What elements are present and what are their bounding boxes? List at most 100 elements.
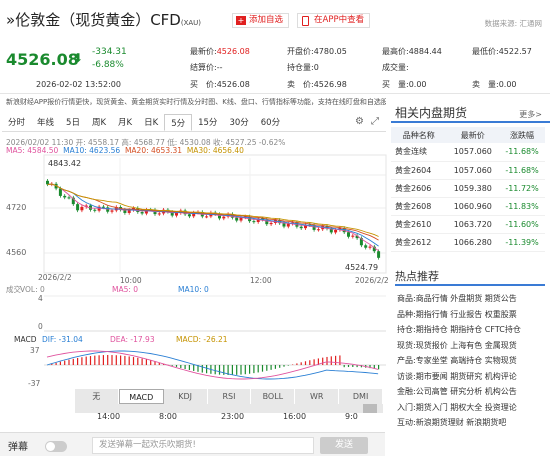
- instrument-code: (XAU): [180, 19, 202, 27]
- hot-row[interactable]: 持仓:期指持仓 期指持仓 CFTC持仓: [397, 324, 521, 335]
- danmu-send-button[interactable]: 发送: [320, 437, 368, 454]
- table-cell[interactable]: 黄金2608: [391, 197, 447, 216]
- tab-5[interactable]: 日K: [138, 114, 164, 131]
- hot-links[interactable]: 公司高管 研究分析 机构公告: [416, 387, 517, 396]
- table-cell: 1060.960: [446, 197, 500, 216]
- candle-body: [316, 229, 320, 231]
- hot-key: 金融:: [397, 387, 416, 396]
- add-watchlist-label: 添加自选: [249, 15, 284, 25]
- candle-body: [63, 195, 67, 198]
- table-cell[interactable]: 黄金连续: [391, 143, 447, 162]
- hot-links[interactable]: 商品行情 外盘期货 期货公告: [416, 294, 517, 303]
- stat-value: 4884.44: [408, 47, 442, 56]
- candle-body: [80, 206, 84, 211]
- hot-links[interactable]: 期指行情 行业报告 权重股票: [416, 310, 517, 319]
- hot-row[interactable]: 入门:期货入门 期权大全 投资理论: [397, 402, 517, 413]
- vol-ma5: MA5: 0: [112, 285, 138, 294]
- table-row[interactable]: 黄金2608 1060.960 -11.83%: [391, 197, 545, 216]
- timeline-label: 23:00: [221, 412, 245, 421]
- hot-row[interactable]: 品种:期指行情 行业报告 权重股票: [397, 309, 517, 320]
- table-row[interactable]: 黄金2606 1059.380 -11.72%: [391, 179, 545, 198]
- indicator-tab-1[interactable]: MACD: [118, 389, 164, 404]
- hot-row[interactable]: 金融:公司高管 研究分析 机构公告: [397, 386, 517, 397]
- view-in-app-label: 在APP中查看: [314, 15, 365, 25]
- candle-body: [269, 222, 273, 225]
- hot-key: 品种:: [397, 309, 416, 319]
- table-cell: -11.83%: [499, 197, 545, 216]
- table-row[interactable]: 黄金连续 1057.060 -11.68%: [391, 143, 545, 162]
- danmu-toggle[interactable]: [45, 441, 67, 452]
- indicator-tab-0[interactable]: 无: [75, 389, 119, 404]
- hot-links[interactable]: 新浪期货理财 新浪期货吧: [416, 418, 507, 427]
- vol-ma10: MA10: 0: [178, 285, 209, 294]
- indicator-tab-3[interactable]: RSI: [207, 389, 252, 404]
- stat-3: 最低价:4522.57: [472, 46, 532, 57]
- indicator-tab-6[interactable]: DMI: [339, 389, 384, 404]
- tab-0[interactable]: 分时: [2, 114, 31, 131]
- kline-chart[interactable]: 4843.42 4524.79 4720 4560 2026/2/2 10:00…: [0, 153, 388, 393]
- table-cell: -11.68%: [499, 143, 545, 162]
- macd-y-top: 37: [30, 346, 40, 355]
- table-row[interactable]: 黄金2604 1057.060 -11.68%: [391, 161, 545, 180]
- timeline-label: 16:00: [283, 412, 307, 421]
- stat-value: 0.00: [408, 80, 427, 89]
- stat-key: 买 量:: [382, 80, 409, 89]
- indicator-tab-2[interactable]: KDJ: [163, 389, 208, 404]
- candle-body: [299, 226, 303, 229]
- tab-4[interactable]: 月K: [112, 114, 138, 131]
- table-cell[interactable]: 黄金2606: [391, 179, 447, 198]
- hot-row[interactable]: 商品:商品行情 外盘期货 期货公告: [397, 293, 517, 304]
- table-cell: -11.39%: [499, 233, 545, 252]
- stat-key: 卖 量:: [472, 80, 499, 89]
- hot-key: 产品:: [397, 356, 416, 365]
- table-cell[interactable]: 黄金2604: [391, 161, 447, 180]
- table-cell[interactable]: 黄金2610: [391, 215, 447, 234]
- more-link[interactable]: 更多>: [519, 109, 542, 120]
- candle-body: [187, 214, 191, 217]
- vol-value: VOL: 0: [20, 285, 45, 294]
- stat-0: 最新价:4526.08: [190, 46, 250, 57]
- tab-7[interactable]: 15分: [192, 114, 223, 131]
- tab-3[interactable]: 周K: [86, 114, 112, 131]
- hot-links[interactable]: 专家坐堂 高端持仓 实物现货: [416, 356, 517, 365]
- ma-line: [47, 183, 379, 252]
- tab-6[interactable]: 5分: [164, 114, 193, 131]
- related-futures-panel: 相关内盘期货 品种名称 最新价 涨跌幅 黄金连续 1057.060 -11.68% 黄金2…: [391, 103, 550, 252]
- column-header: 最新价: [446, 127, 500, 143]
- stat-2: 最高价:4884.44: [382, 46, 442, 57]
- tab-2[interactable]: 5日: [60, 114, 86, 131]
- hot-links[interactable]: 期市要闻 期货研究 机构评论: [416, 372, 517, 381]
- table-row[interactable]: 黄金2612 1066.280 -11.39%: [391, 233, 545, 252]
- stat-key: 开盘价:: [287, 47, 314, 56]
- table-row[interactable]: 黄金2610 1063.720 -11.60%: [391, 215, 545, 234]
- indicator-tab-5[interactable]: WR: [295, 389, 340, 404]
- candle-body: [157, 213, 161, 215]
- x-tick-1000: 10:00: [120, 276, 142, 285]
- hot-links[interactable]: 期指持仓 期指持仓 CFTC持仓: [416, 325, 521, 334]
- indicator-tabs: 无 MACD KDJ RSI BOLL WR DMI: [75, 389, 384, 404]
- hot-row[interactable]: 现货:现货报价 上海有色 金属现货: [397, 340, 517, 351]
- min-price-label: 4524.79: [345, 263, 378, 272]
- hot-row[interactable]: 访谈:期市要闻 期货研究 机构评论: [397, 371, 517, 382]
- candle-body: [175, 213, 178, 216]
- divider: [0, 93, 550, 94]
- indicator-tab-4[interactable]: BOLL: [251, 389, 296, 404]
- hot-row[interactable]: 互动:新浪期货理财 新浪期货吧: [397, 417, 506, 428]
- hot-links[interactable]: 期货入门 期权大全 投资理论: [416, 403, 517, 412]
- danmu-input[interactable]: 发送弹幕一起欢乐吹期货!: [92, 437, 314, 454]
- hot-row[interactable]: 产品:专家坐堂 高端持仓 实物现货: [397, 355, 517, 366]
- table-cell[interactable]: 黄金2612: [391, 233, 447, 252]
- hot-links[interactable]: 现货报价 上海有色 金属现货: [416, 341, 517, 350]
- fullscreen-icon[interactable]: ⤢: [371, 116, 379, 127]
- related-table: 品种名称 最新价 涨跌幅 黄金连续 1057.060 -11.68% 黄金2604 1057…: [391, 127, 545, 252]
- candle-body: [377, 251, 381, 258]
- view-in-app-button[interactable]: 在APP中查看: [297, 13, 371, 28]
- tab-9[interactable]: 60分: [255, 114, 286, 131]
- hot-key: 商品:: [397, 294, 416, 303]
- app-notice[interactable]: 新浪财经APP报价行情更快，现货黄金、黄金期货实时行情及分时图、K线、盘口、行情…: [6, 97, 386, 107]
- stat-6: 成交量:: [382, 62, 409, 73]
- settings-icon[interactable]: ⚙: [355, 116, 364, 127]
- tab-1[interactable]: 年线: [31, 114, 60, 131]
- add-watchlist-button[interactable]: + 添加自选: [232, 13, 290, 28]
- tab-8[interactable]: 30分: [223, 114, 254, 131]
